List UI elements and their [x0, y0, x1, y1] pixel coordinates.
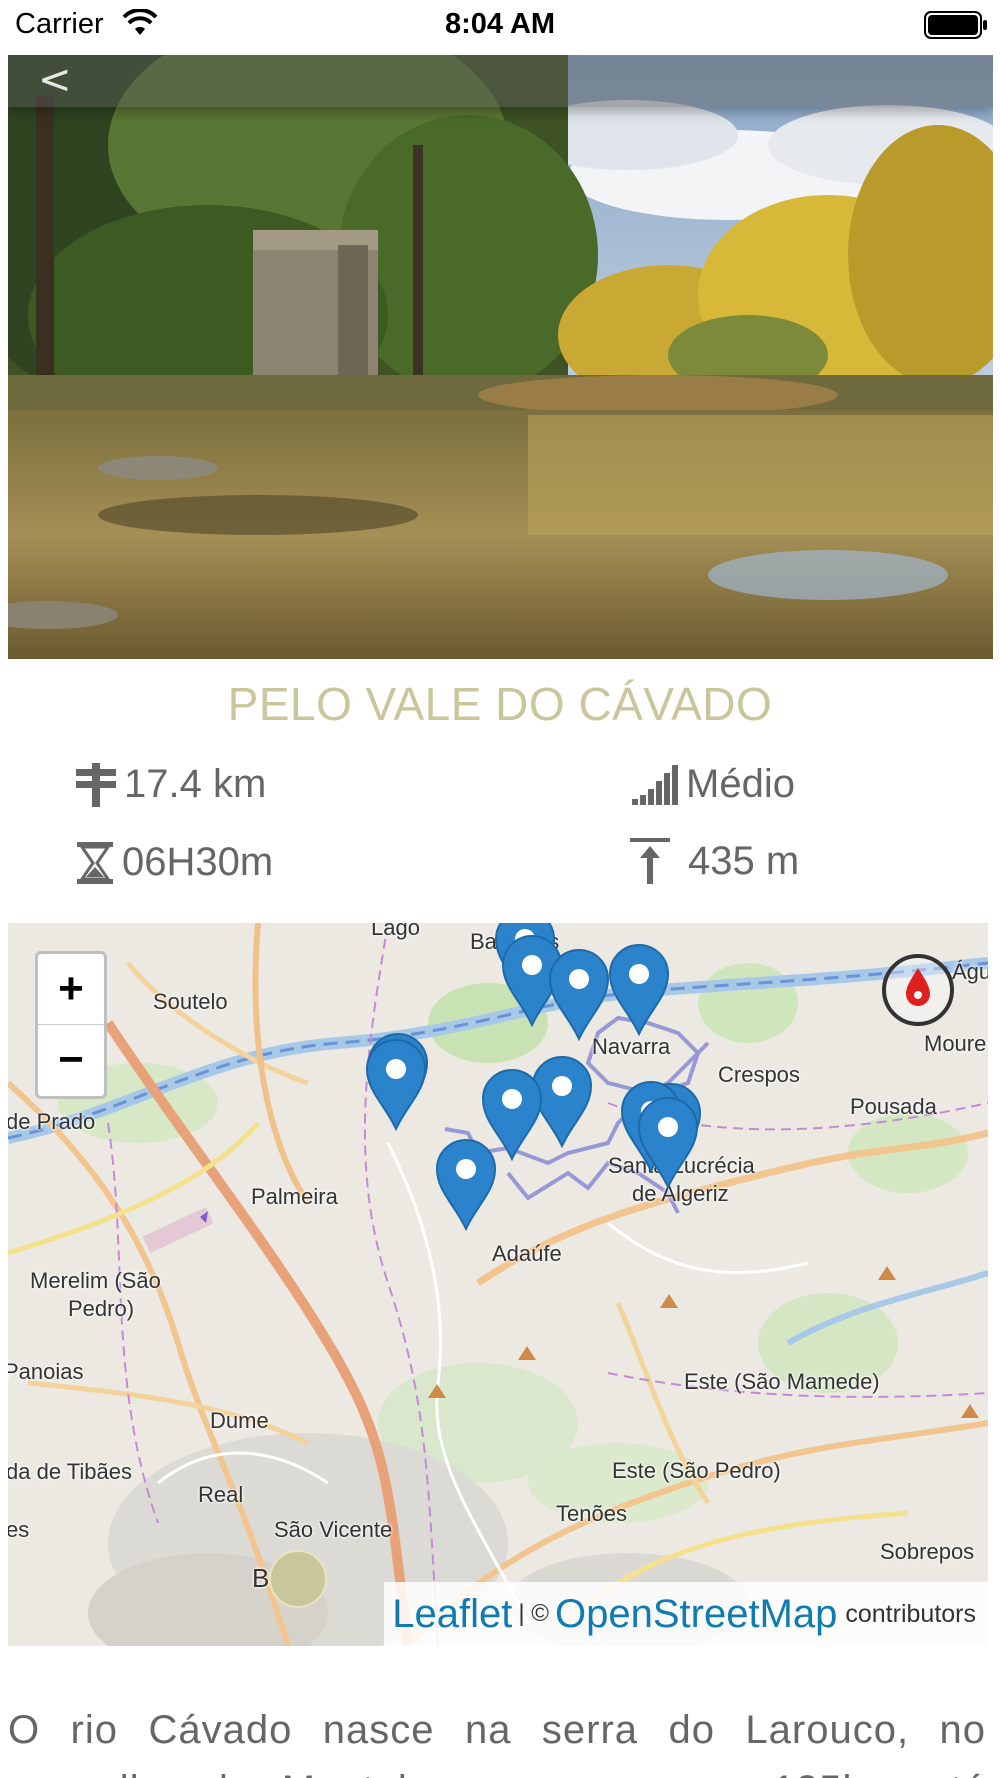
place-label: Adaúfe [492, 1241, 562, 1266]
place-label: Palmeira [251, 1184, 338, 1209]
place-label: Merelim (São [30, 1268, 161, 1293]
place-label: Soutelo [153, 989, 228, 1014]
trail-description: O rio Cávado nasce na serra do Larouco, … [8, 1700, 986, 1778]
trail-map[interactable]: Lago Barreiros Soutelo Águ Navarra Cresp… [8, 923, 988, 1646]
place-label: Águ [952, 959, 988, 984]
place-label: Tenões [556, 1501, 627, 1526]
place-label: Crespos [718, 1062, 800, 1087]
zoom-out-button[interactable]: − [38, 1025, 104, 1096]
signpost-icon [76, 762, 116, 807]
elevation-stat: 435 m [630, 838, 799, 884]
place-label: Lago [371, 923, 420, 940]
elevation-value: 435 m [688, 838, 800, 883]
river-landscape-photo [8, 55, 993, 659]
place-label: Pedro) [68, 1296, 135, 1321]
place-label: Real [198, 1482, 244, 1507]
place-label: Este (São Pedro) [612, 1458, 781, 1483]
place-label: Pousada [850, 1094, 937, 1119]
description-line: concelho de Montalegre, e percorre 135km… [8, 1760, 986, 1778]
zoom-control: + − [35, 951, 107, 1099]
map-pin-icon[interactable] [433, 1139, 499, 1231]
map-pin-icon[interactable] [363, 1039, 429, 1131]
place-label: Dume [210, 1408, 269, 1433]
clock: 8:04 AM [444, 8, 556, 40]
user-location-marker [269, 1550, 327, 1608]
location-drop-icon [906, 968, 930, 1006]
elevation-arrow-icon [630, 838, 670, 884]
difficulty-value: Médio [686, 762, 795, 806]
map-pin-icon[interactable] [546, 949, 612, 1041]
navigation-bar: < [8, 55, 993, 107]
leaflet-link[interactable]: Leaflet [392, 1592, 512, 1637]
battery-icon [924, 11, 987, 39]
attribution-contributors: contributors [845, 1599, 976, 1628]
distance-stat: 17.4 km [76, 762, 266, 807]
duration-stat: 06H30m [76, 840, 273, 885]
status-bar: Carrier 8:04 AM [0, 0, 1000, 52]
difficulty-stat: Médio [632, 762, 795, 807]
description-line: O rio Cávado nasce na serra do Larouco, … [8, 1708, 986, 1752]
map-attribution: Leaflet | © OpenStreetMap contributors [384, 1582, 988, 1646]
zoom-in-button[interactable]: + [38, 954, 104, 1025]
back-button[interactable]: < [38, 57, 72, 103]
map-pin-icon[interactable] [635, 1097, 701, 1189]
map-pin-icon[interactable] [606, 944, 672, 1036]
duration-value: 06H30m [122, 840, 274, 884]
openstreetmap-link[interactable]: OpenStreetMap [555, 1592, 837, 1637]
place-label: São Vicente [274, 1517, 393, 1542]
place-label: Moure [924, 1031, 987, 1056]
distance-value: 17.4 km [124, 762, 267, 806]
trail-title: PELO VALE DO CÁVADO [227, 678, 773, 730]
place-label: da de Tibães [8, 1459, 132, 1484]
locate-button[interactable] [882, 954, 954, 1026]
place-label: de Prado [8, 1109, 96, 1134]
signal-strength-icon [632, 764, 678, 805]
hourglass-icon [77, 841, 113, 884]
place-label: es [8, 1517, 30, 1542]
hero-image: < [8, 55, 993, 659]
place-label: Sobrepos [880, 1539, 975, 1564]
attribution-separator: | © [518, 1600, 549, 1627]
place-label: Este (São Mamede) [684, 1369, 880, 1394]
place-label: Panoias [8, 1359, 84, 1384]
